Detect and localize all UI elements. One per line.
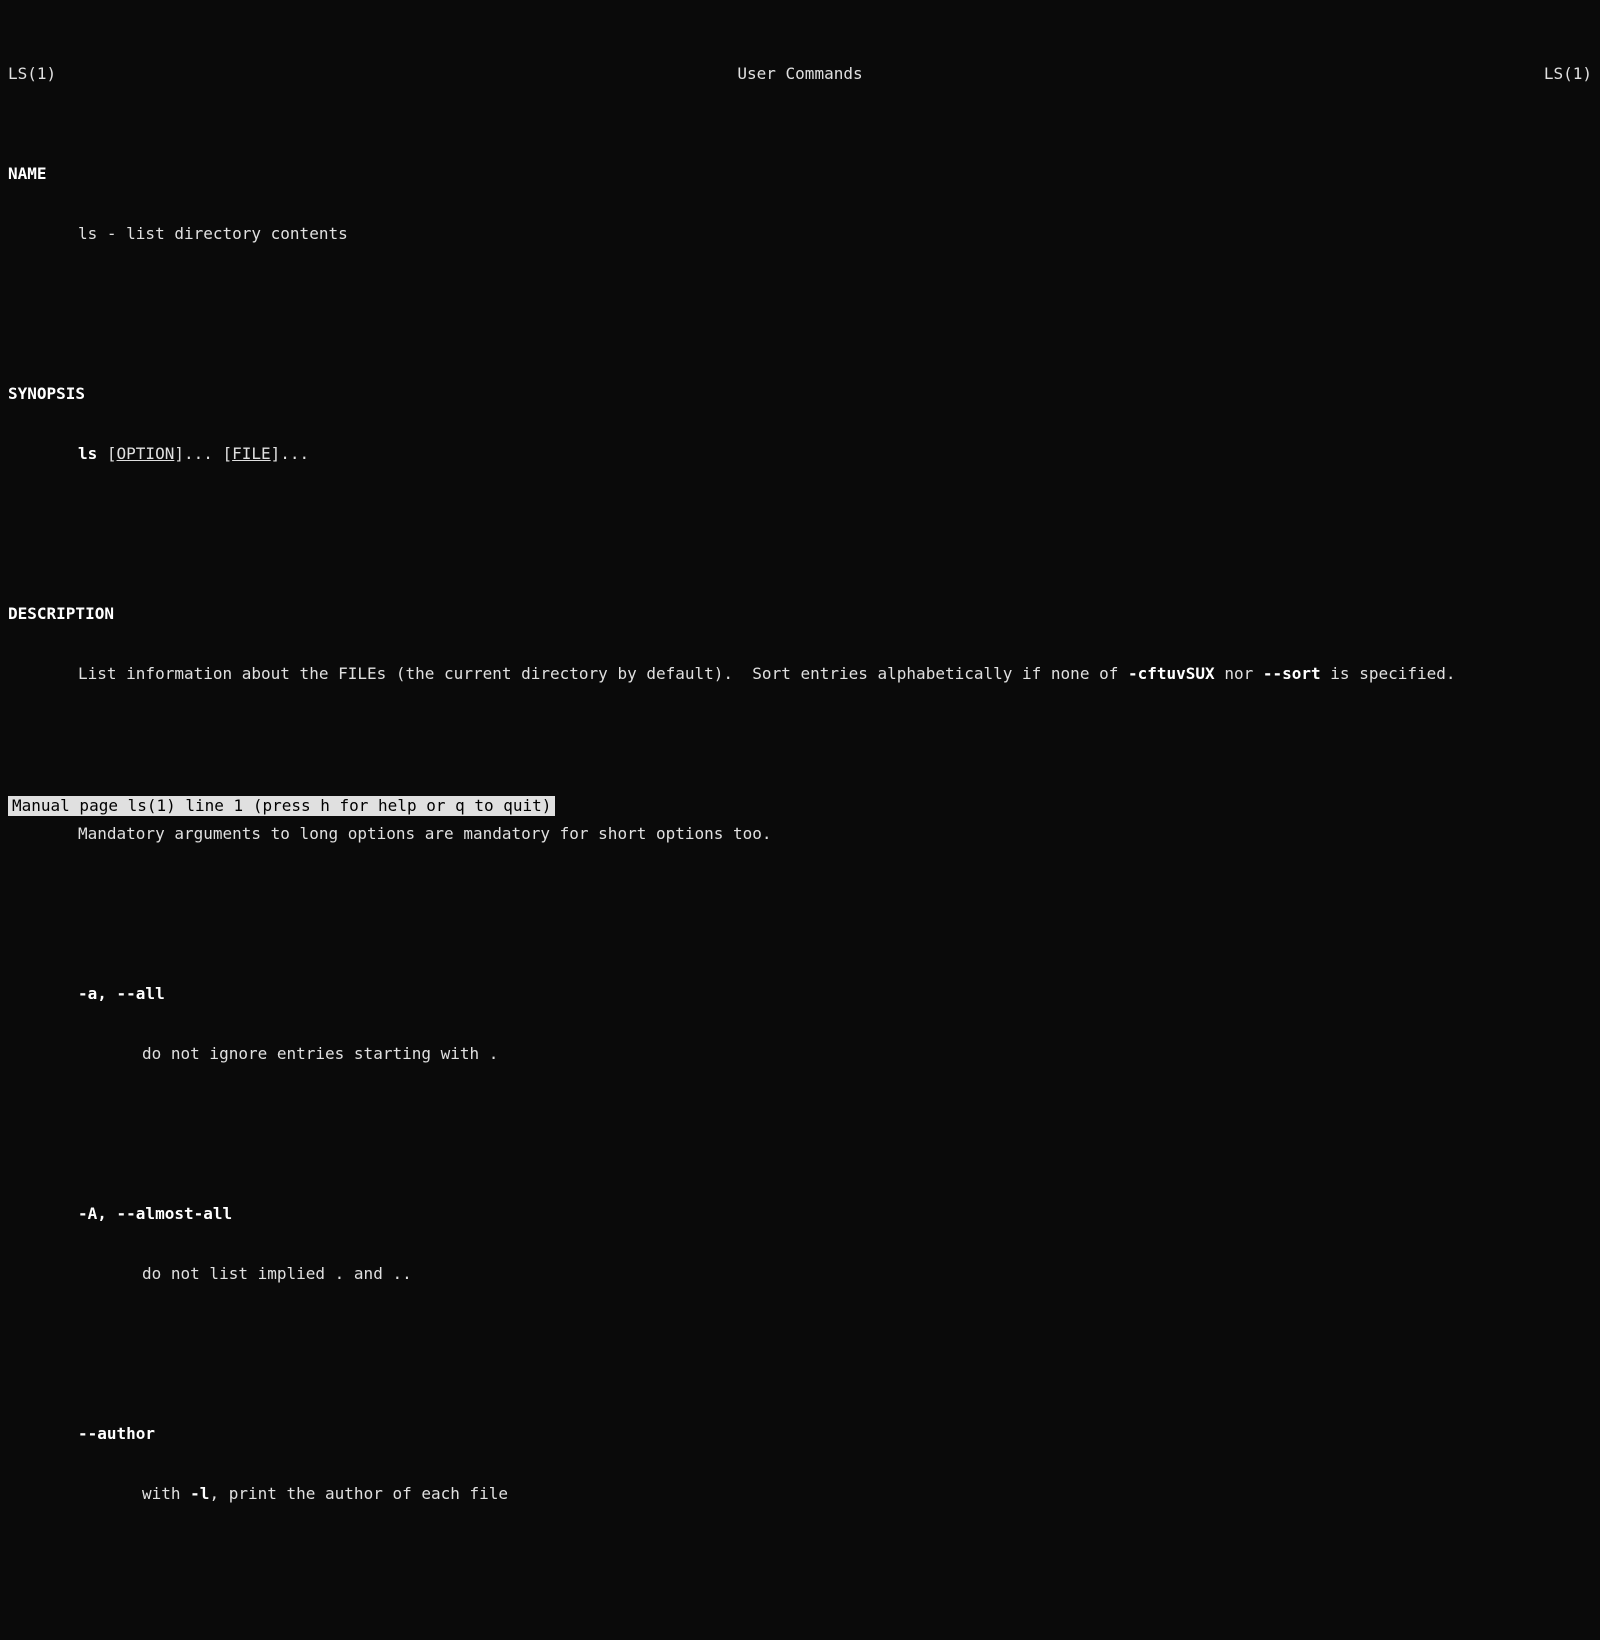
- man-header: LS(1) User Commands LS(1): [8, 64, 1592, 84]
- header-center: User Commands: [737, 64, 862, 84]
- description-para2: Mandatory arguments to long options are …: [8, 824, 1592, 844]
- option-author: --author: [8, 1424, 1592, 1444]
- pager-status-bar[interactable]: Manual page ls(1) line 1 (press h for he…: [8, 796, 555, 816]
- option-all-desc: do not ignore entries starting with .: [8, 1044, 1592, 1064]
- section-name-heading: NAME: [8, 164, 1592, 184]
- option-almost-all-desc: do not list implied . and ..: [8, 1264, 1592, 1284]
- header-left: LS(1): [8, 64, 56, 84]
- name-content: ls - list directory contents: [8, 224, 1592, 244]
- option-almost-all: -A, --almost-all: [8, 1204, 1592, 1224]
- section-description-heading: DESCRIPTION: [8, 604, 1592, 624]
- synopsis-cmd: ls: [78, 444, 97, 463]
- synopsis-content: ls [OPTION]... [FILE]...: [8, 444, 1592, 464]
- option-all: -a, --all: [8, 984, 1592, 1004]
- man-page-viewer[interactable]: LS(1) User Commands LS(1) NAME ls - list…: [0, 0, 1600, 1640]
- synopsis-file: FILE: [232, 444, 271, 463]
- option-author-desc: with -l, print the author of each file: [8, 1484, 1592, 1504]
- description-para1: List information about the FILEs (the cu…: [8, 664, 1592, 684]
- header-right: LS(1): [1544, 64, 1592, 84]
- synopsis-option: OPTION: [117, 444, 175, 463]
- section-synopsis-heading: SYNOPSIS: [8, 384, 1592, 404]
